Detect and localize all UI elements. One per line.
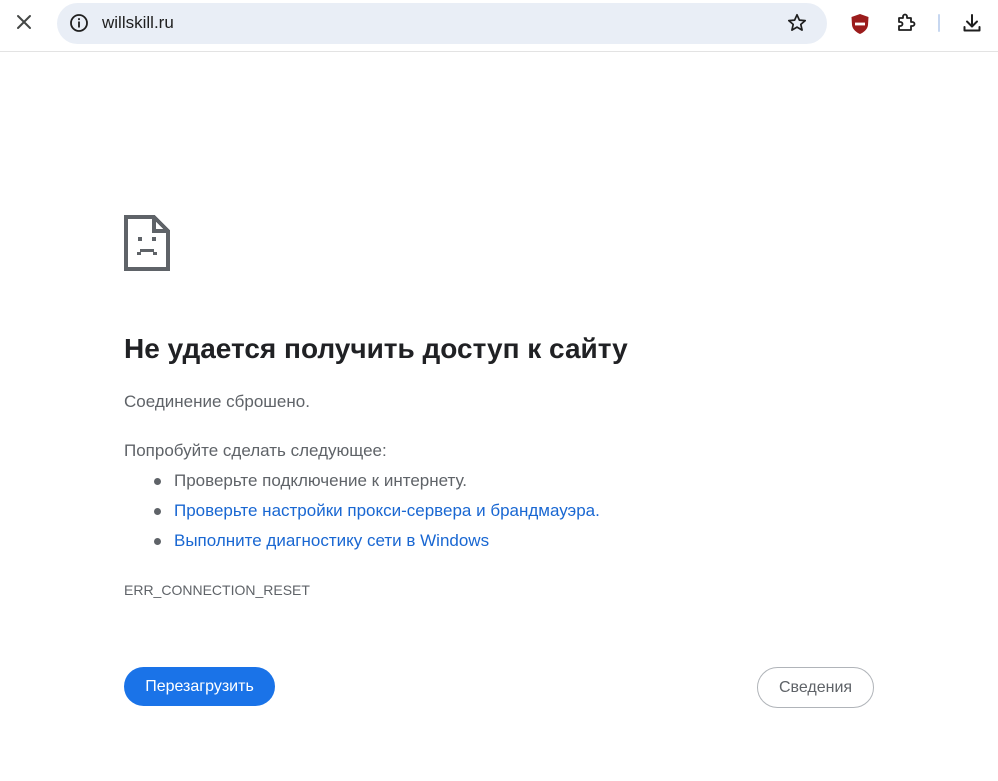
close-icon[interactable] xyxy=(8,6,40,38)
network-diagnostics-link[interactable]: Выполните диагностику сети в Windows xyxy=(174,531,489,550)
suggestion-text: Проверьте подключение к интернету. xyxy=(174,471,468,490)
suggestion-item: Проверьте подключение к интернету. xyxy=(124,469,600,499)
shield-icon[interactable] xyxy=(844,8,876,40)
toolbar-divider xyxy=(938,14,940,32)
suggestions-title: Попробуйте сделать следующее: xyxy=(124,441,387,460)
proxy-settings-link[interactable]: Проверьте настройки прокси-сервера и бра… xyxy=(174,501,600,520)
bullet xyxy=(154,478,161,485)
reload-button[interactable]: Перезагрузить xyxy=(124,667,275,706)
info-icon[interactable] xyxy=(63,7,95,39)
puzzle-icon[interactable] xyxy=(890,7,922,39)
url-text[interactable]: willskill.ru xyxy=(102,13,174,33)
suggestion-item: Выполните диагностику сети в Windows xyxy=(124,529,600,559)
browser-toolbar: willskill.ru xyxy=(0,0,998,52)
star-icon[interactable] xyxy=(781,7,813,39)
error-code: ERR_CONNECTION_RESET xyxy=(124,582,310,598)
error-description: Соединение сброшено. xyxy=(124,392,310,411)
sad-page-icon xyxy=(124,215,170,271)
bullet xyxy=(154,538,161,545)
address-bar[interactable]: willskill.ru xyxy=(57,3,827,44)
suggestion-item: Проверьте настройки прокси-сервера и бра… xyxy=(124,499,600,529)
download-icon[interactable] xyxy=(956,7,988,39)
bullet xyxy=(154,508,161,515)
error-heading: Не удается получить доступ к сайту xyxy=(124,333,628,364)
suggestions-list: Проверьте подключение к интернету. Прове… xyxy=(124,469,600,559)
details-button[interactable]: Сведения xyxy=(757,667,874,708)
